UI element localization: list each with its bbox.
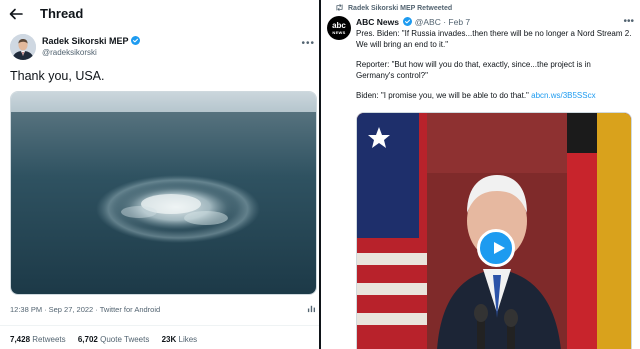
abc-news-avatar[interactable]: abc NEWS xyxy=(327,16,351,40)
tweet-line: Germany's control?" xyxy=(356,70,428,80)
more-options-icon[interactable]: ••• xyxy=(623,16,634,27)
tweet-line: Pres. Biden: "If Russia invades...then t… xyxy=(356,29,632,38)
author-handle[interactable]: @ABC xyxy=(415,17,441,27)
left-tweet-panel: Thread Radek Sikorski MEP @radeksikorski… xyxy=(0,0,320,349)
tweet-time[interactable]: 12:38 PM xyxy=(10,305,42,314)
likes-stat[interactable]: 23K Likes xyxy=(162,335,198,344)
tweet-line: We will bring an end to it." xyxy=(356,39,449,49)
play-icon xyxy=(494,242,505,254)
page-title: Thread xyxy=(40,6,84,21)
retweets-stat[interactable]: 7,428 Retweets xyxy=(10,335,66,344)
author-name[interactable]: Radek Sikorski MEP xyxy=(42,36,140,46)
play-video-button[interactable] xyxy=(477,229,515,267)
tweet-stats: 7,428 Retweets 6,702 Quote Tweets 23K Li… xyxy=(10,335,207,344)
author-handle[interactable]: @radeksikorski xyxy=(42,48,97,57)
avatar[interactable] xyxy=(10,34,36,60)
author-name[interactable]: ABC News xyxy=(356,17,399,27)
thread-header: Thread xyxy=(0,0,320,30)
tweet-date[interactable]: Feb 7 xyxy=(448,17,470,27)
retweet-icon xyxy=(336,4,343,11)
retweet-context[interactable]: Radek Sikorski MEP Retweeted xyxy=(335,4,452,12)
tweet-meta: 12:38 PM · Sep 27, 2022 · Twitter for Androi… xyxy=(10,305,161,314)
back-arrow-icon[interactable] xyxy=(8,6,24,22)
tweet-line-with-link: Biden: "I promise you, we will be able t… xyxy=(356,91,596,100)
tweet-line: Reporter: "But how will you do that, exa… xyxy=(356,60,591,69)
more-options-icon[interactable]: ••• xyxy=(301,38,315,49)
verified-badge-icon xyxy=(403,17,413,26)
divider xyxy=(0,325,320,326)
tweet-author: ABC News @ABC · Feb 7 xyxy=(356,17,471,27)
quote-tweets-stat[interactable]: 6,702 Quote Tweets xyxy=(78,335,149,344)
tweet-link[interactable]: abcn.ws/3B5SScx xyxy=(531,91,595,100)
tweet-image-sea-leak[interactable] xyxy=(10,91,317,295)
analytics-icon[interactable] xyxy=(307,304,316,313)
tweet-date[interactable]: Sep 27, 2022 xyxy=(49,305,94,314)
tweet-author: Radek Sikorski MEP @radeksikorski ••• xyxy=(10,34,315,62)
right-tweet-panel: Radek Sikorski MEP Retweeted abc NEWS AB… xyxy=(321,0,640,349)
tweet-text: Thank you, USA. xyxy=(10,69,105,83)
tweet-text: Pres. Biden: "If Russia invades...then t… xyxy=(356,29,636,102)
tweet-source[interactable]: Twitter for Android xyxy=(100,305,160,314)
verified-badge-icon xyxy=(130,36,140,45)
